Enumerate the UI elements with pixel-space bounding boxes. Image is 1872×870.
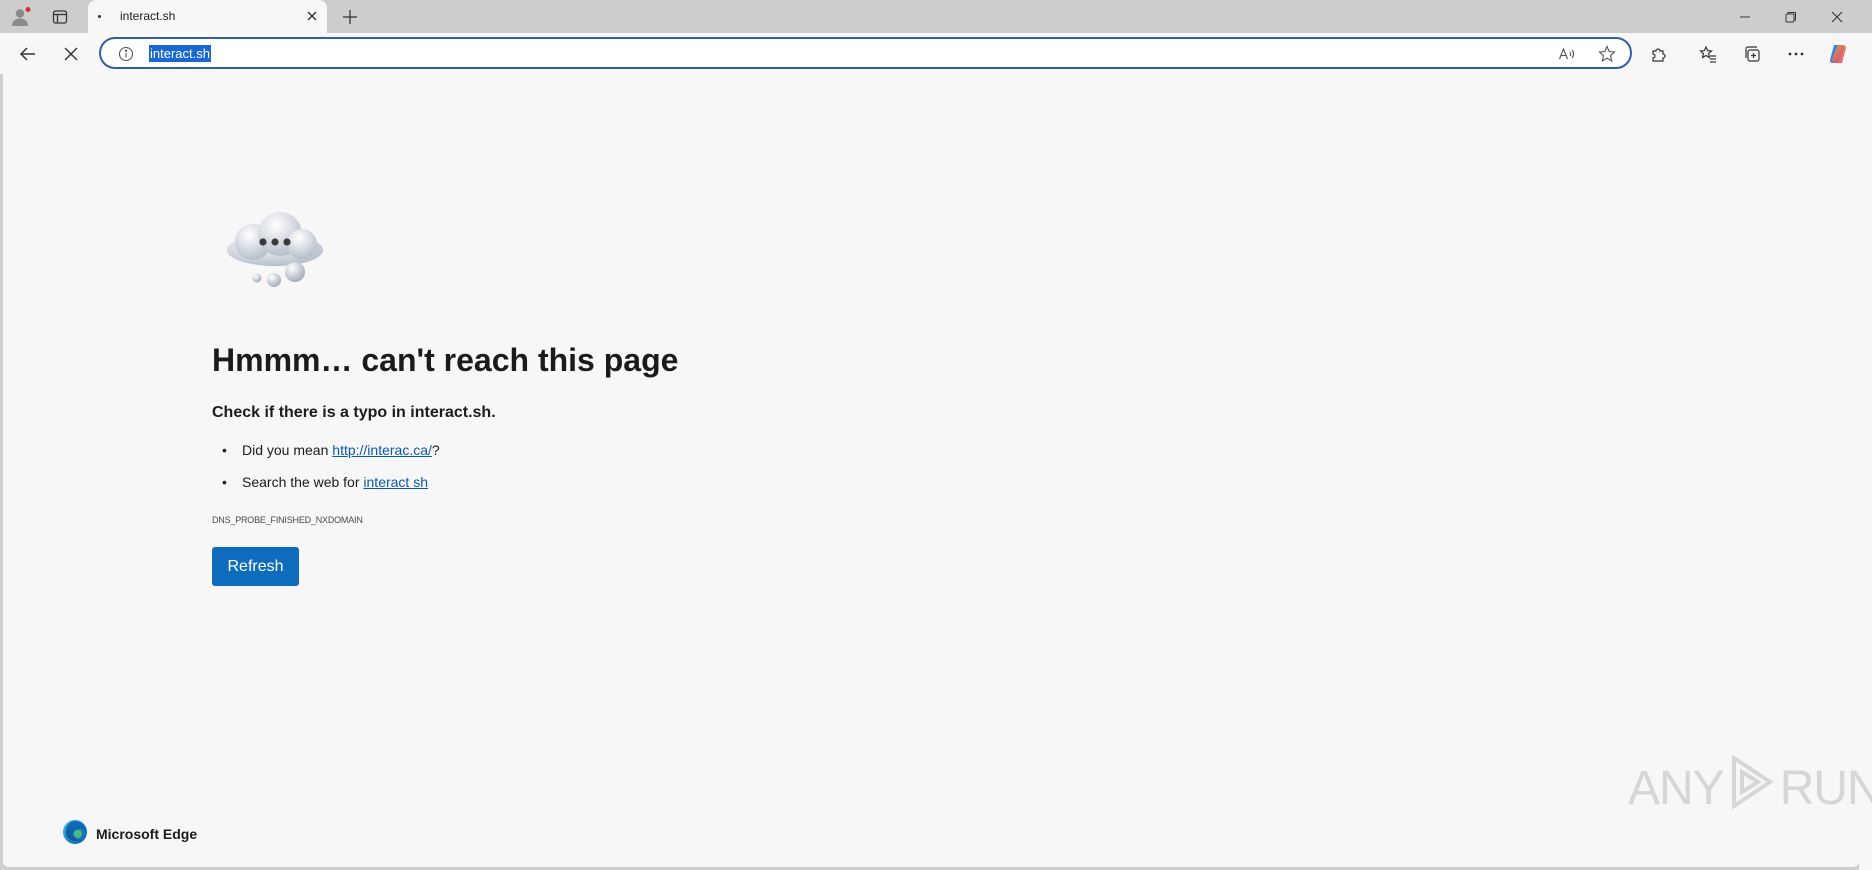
watermark-left: ANY <box>1628 761 1725 815</box>
anyrun-watermark: ANY RUN <box>1628 754 1872 822</box>
suggestion-suffix: ? <box>431 442 440 458</box>
suggested-url-link[interactable]: http://interac.ca/ <box>332 442 432 458</box>
plus-icon[interactable] <box>337 4 363 30</box>
puzzle-icon[interactable] <box>1644 39 1674 69</box>
bullet: • <box>222 442 227 458</box>
error-title: Hmmm… can't reach this page <box>212 342 679 378</box>
read-aloud-icon[interactable] <box>1557 44 1577 64</box>
copilot-icon[interactable] <box>1823 39 1853 69</box>
tab-strip: interact.sh <box>0 0 1872 33</box>
right-rail <box>1859 74 1872 870</box>
favorites-icon[interactable] <box>1693 39 1723 69</box>
refresh-button[interactable]: Refresh <box>212 547 299 586</box>
play-logo-icon <box>1728 754 1776 822</box>
minimize-icon[interactable] <box>1722 0 1768 33</box>
edge-branding: Microsoft Edge <box>62 819 198 846</box>
profile-icon[interactable] <box>8 4 34 30</box>
toolbar: interact.sh <box>0 33 1872 74</box>
error-subtitle: Check if there is a typo in interact.sh. <box>212 404 496 421</box>
close-window-icon[interactable] <box>1814 0 1860 33</box>
back-arrow-icon[interactable] <box>13 39 43 69</box>
cloud-illustration-icon <box>220 208 330 288</box>
more-icon[interactable] <box>1781 39 1811 69</box>
suggestion-did-you-mean: • Did you mean http://interac.ca/? <box>222 442 440 458</box>
loading-favicon-icon <box>98 15 101 18</box>
suggestion-prefix: Search the web for <box>242 474 364 490</box>
url-text[interactable]: interact.sh <box>149 45 211 62</box>
address-bar[interactable]: interact.sh <box>99 37 1632 69</box>
star-icon[interactable] <box>1597 44 1617 64</box>
active-tab[interactable]: interact.sh <box>88 0 327 33</box>
error-code: DNS_PROBE_FINISHED_NXDOMAIN <box>212 515 363 525</box>
tab-title: interact.sh <box>120 9 176 23</box>
tab-actions-icon[interactable] <box>47 4 73 30</box>
collections-icon[interactable] <box>1737 39 1767 69</box>
edge-brand-label: Microsoft Edge <box>96 826 198 842</box>
suggestion-prefix: Did you mean <box>242 442 333 458</box>
bullet: • <box>222 474 227 490</box>
watermark-right: RUN <box>1779 761 1872 815</box>
edge-logo-icon <box>62 819 88 850</box>
restore-icon[interactable] <box>1768 0 1814 33</box>
search-web-link[interactable]: interact sh <box>363 474 428 490</box>
stop-icon[interactable] <box>56 39 86 69</box>
suggestion-search-web: • Search the web for interact sh <box>222 474 428 490</box>
close-icon[interactable] <box>303 7 321 25</box>
page-content <box>3 74 1859 867</box>
info-icon[interactable] <box>117 45 135 63</box>
